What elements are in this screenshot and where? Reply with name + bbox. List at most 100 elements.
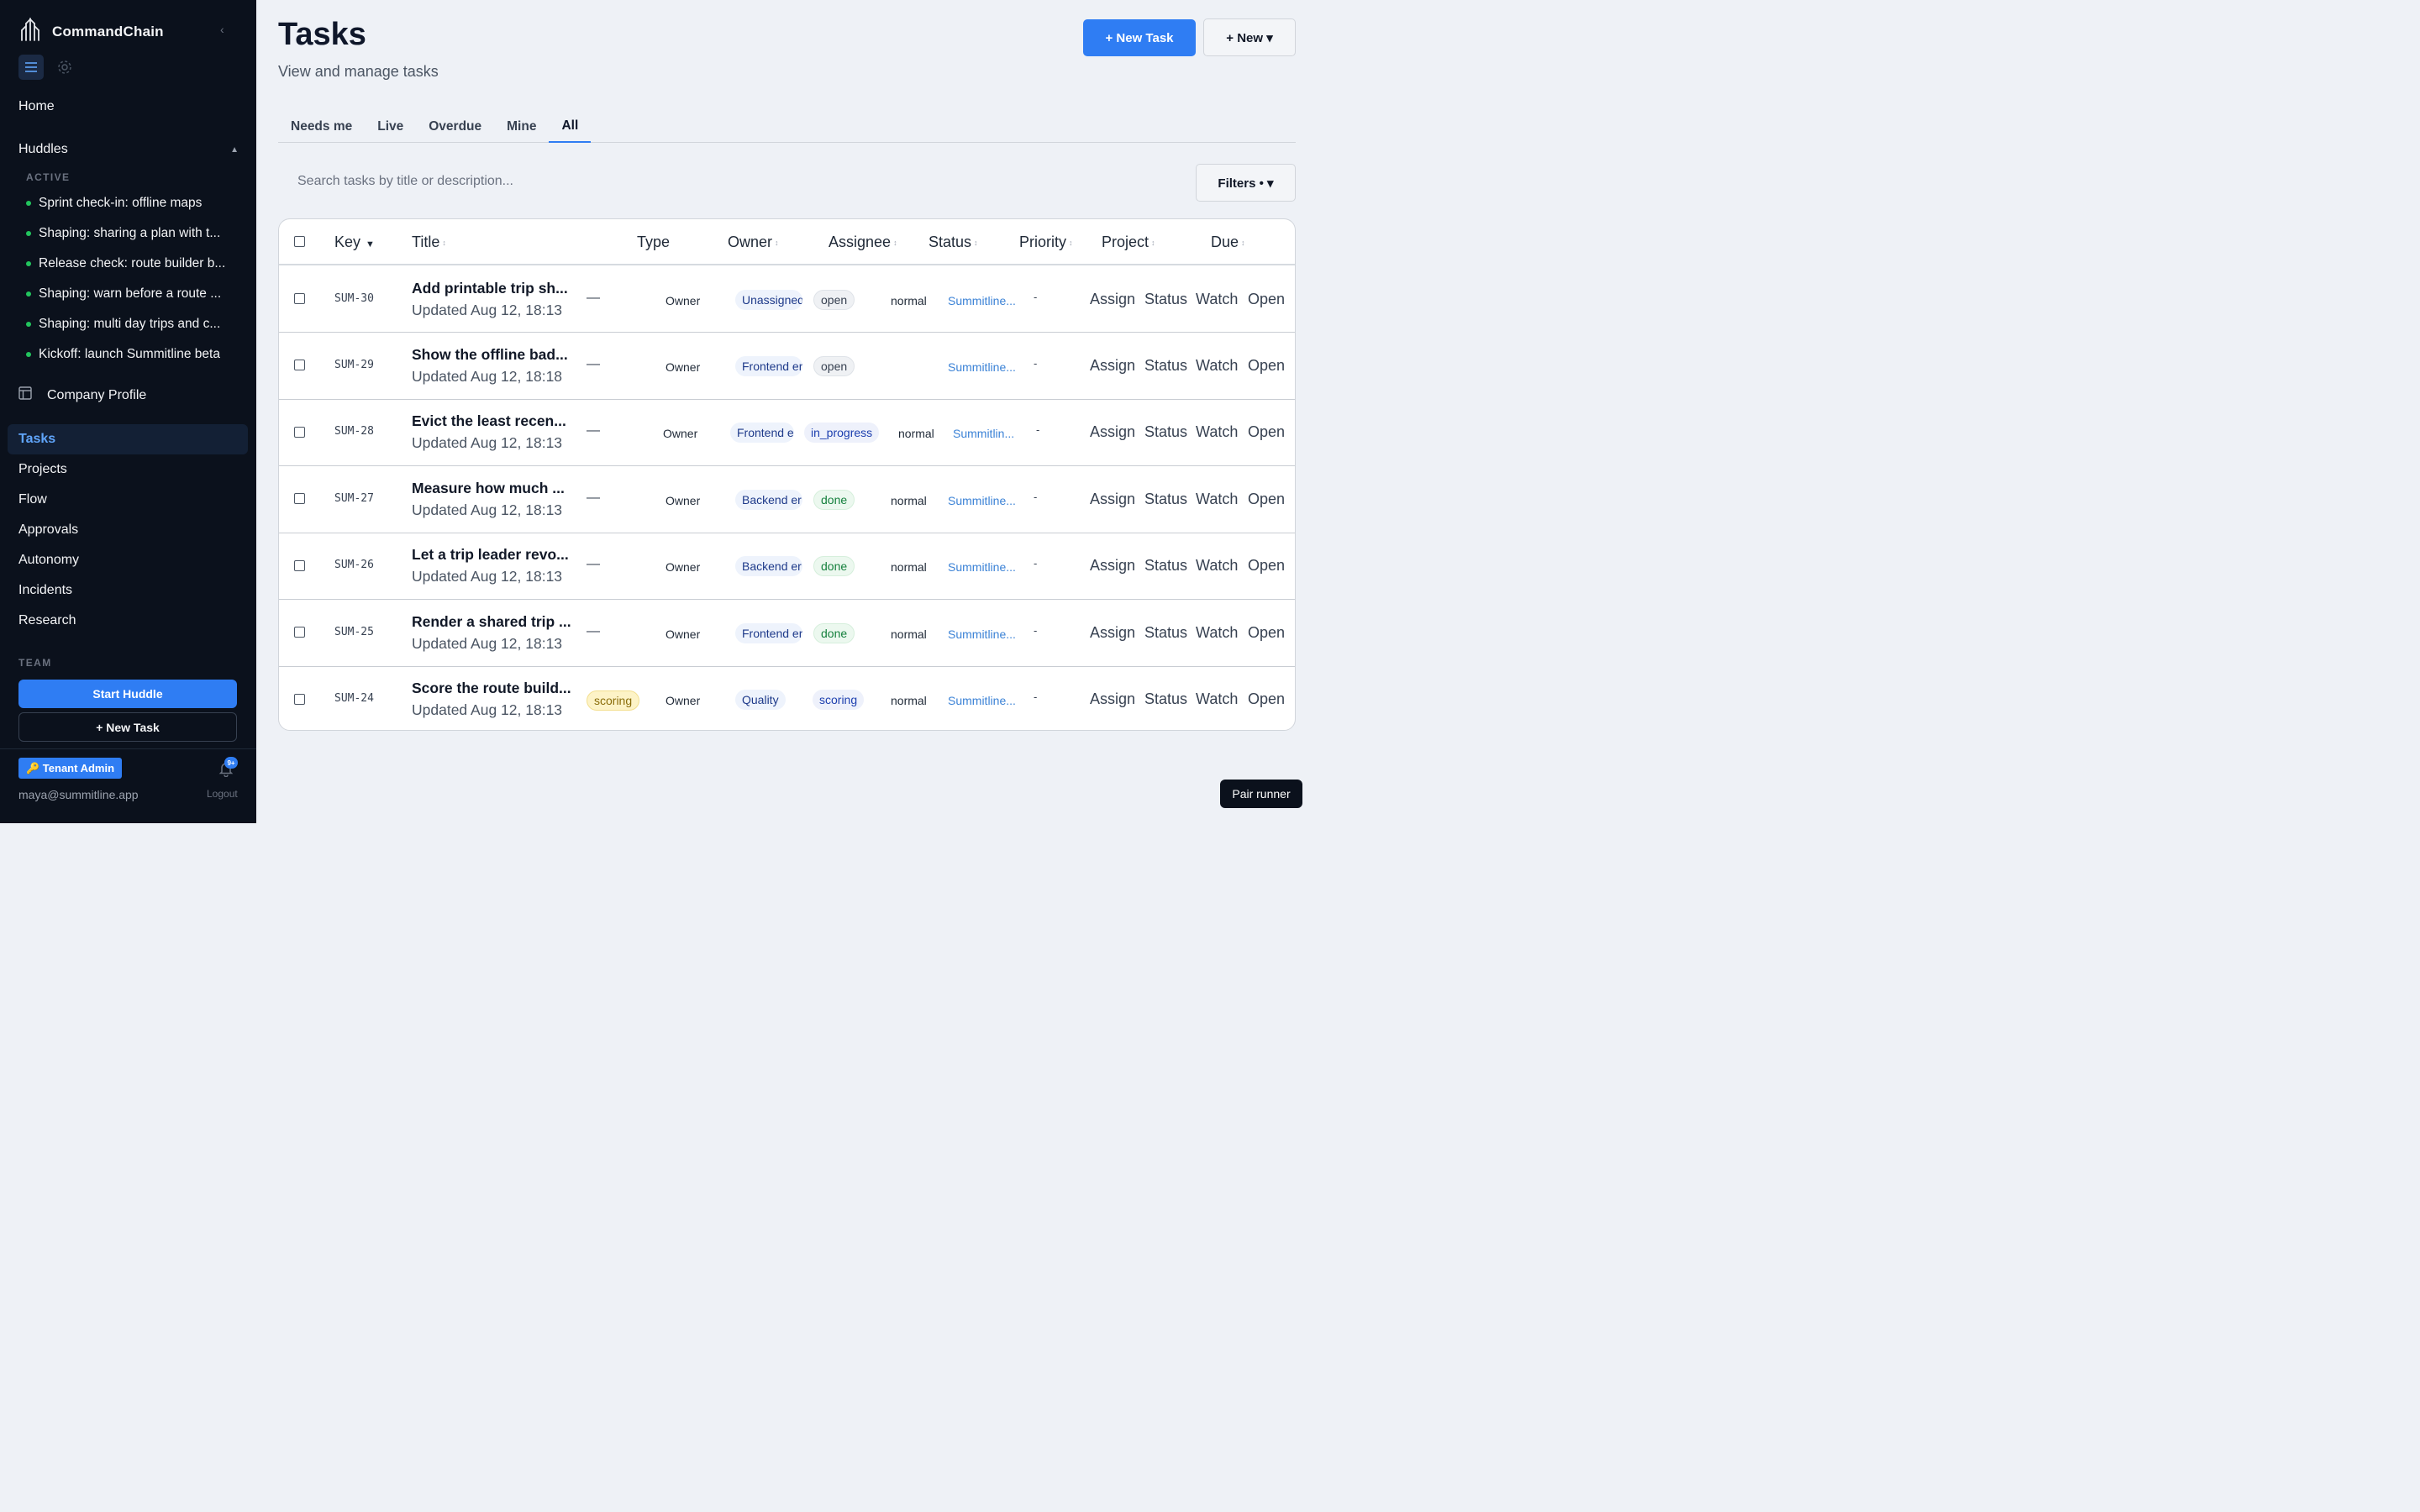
column-header-owner[interactable]: Owner ↕ — [728, 234, 779, 251]
column-header-project[interactable]: Project ↕ — [1102, 234, 1155, 251]
row-checkbox[interactable] — [294, 627, 305, 638]
open-action[interactable]: Open — [1248, 491, 1285, 508]
table-row[interactable]: SUM-27 Measure how much ... Updated Aug … — [279, 466, 1295, 533]
menu-icon[interactable] — [18, 55, 44, 80]
watch-action[interactable]: Watch — [1196, 491, 1238, 508]
select-all-checkbox[interactable] — [294, 236, 305, 247]
open-action[interactable]: Open — [1248, 690, 1285, 708]
project-link[interactable]: Summitline... — [948, 560, 1018, 574]
tab-overdue[interactable]: Overdue — [416, 110, 494, 143]
status-action[interactable]: Status — [1144, 557, 1187, 575]
assignee-badge[interactable]: Frontend e — [730, 423, 794, 443]
tab-all[interactable]: All — [549, 110, 592, 143]
huddle-item[interactable]: Shaping: warn before a route ... — [26, 279, 240, 309]
assignee-badge[interactable]: Backend er — [735, 556, 802, 576]
filters-button[interactable]: Filters • ▾ — [1196, 164, 1296, 202]
logout-link[interactable]: Logout — [207, 788, 238, 800]
tab-live[interactable]: Live — [365, 110, 416, 143]
nav-approvals[interactable]: Approvals — [8, 515, 248, 545]
table-row[interactable]: SUM-29 Show the offline bad... Updated A… — [279, 333, 1295, 400]
row-checkbox[interactable] — [294, 293, 305, 304]
nav-company-profile[interactable]: Company Profile — [18, 386, 146, 404]
project-link[interactable]: Summitlin... — [953, 427, 1018, 440]
assignee-badge[interactable]: Backend er — [735, 490, 802, 510]
column-header-key[interactable]: Key ▼ — [334, 234, 375, 251]
assignee-badge[interactable]: Unassigned — [735, 290, 802, 310]
task-title[interactable]: Evict the least recen... — [412, 412, 576, 430]
open-action[interactable]: Open — [1248, 291, 1285, 308]
column-header-status[interactable]: Status ↕ — [929, 234, 978, 251]
column-header-priority[interactable]: Priority ↕ — [1019, 234, 1073, 251]
project-link[interactable]: Summitline... — [948, 627, 1018, 641]
column-header-assignee[interactable]: Assignee ↕ — [829, 234, 897, 251]
assignee-badge[interactable]: Frontend er — [735, 623, 802, 643]
table-row[interactable]: SUM-24 Score the route build... Updated … — [279, 666, 1295, 730]
project-link[interactable]: Summitline... — [948, 360, 1018, 374]
watch-action[interactable]: Watch — [1196, 291, 1238, 308]
huddle-item[interactable]: Release check: route builder b... — [26, 249, 240, 279]
assign-action[interactable]: Assign — [1090, 624, 1135, 642]
nav-autonomy[interactable]: Autonomy — [8, 545, 248, 575]
start-huddle-button[interactable]: Start Huddle — [18, 680, 237, 708]
huddles-toggle[interactable]: Huddles ▲ — [18, 142, 239, 157]
status-badge[interactable]: open — [813, 290, 855, 310]
row-checkbox[interactable] — [294, 493, 305, 504]
assignee-badge[interactable]: Frontend er — [735, 356, 802, 376]
assign-action[interactable]: Assign — [1090, 557, 1135, 575]
huddle-item[interactable]: Sprint check-in: offline maps — [26, 188, 240, 218]
huddle-item[interactable]: Shaping: sharing a plan with t... — [26, 218, 240, 249]
gear-icon[interactable] — [52, 55, 77, 80]
task-title[interactable]: Render a shared trip ... — [412, 613, 576, 631]
assign-action[interactable]: Assign — [1090, 690, 1135, 708]
nav-research[interactable]: Research — [8, 606, 248, 636]
task-title[interactable]: Score the route build... — [412, 680, 576, 697]
assign-action[interactable]: Assign — [1090, 291, 1135, 308]
project-link[interactable]: Summitline... — [948, 694, 1018, 707]
status-badge[interactable]: done — [813, 623, 855, 643]
open-action[interactable]: Open — [1248, 557, 1285, 575]
table-row[interactable]: SUM-25 Render a shared trip ... Updated … — [279, 600, 1295, 667]
assign-action[interactable]: Assign — [1090, 357, 1135, 375]
row-checkbox[interactable] — [294, 427, 305, 438]
tab-needs-me[interactable]: Needs me — [278, 110, 365, 143]
new-dropdown-button[interactable]: + New ▾ — [1203, 18, 1296, 56]
status-badge[interactable]: scoring — [813, 690, 865, 710]
row-checkbox[interactable] — [294, 560, 305, 571]
watch-action[interactable]: Watch — [1196, 557, 1238, 575]
row-checkbox[interactable] — [294, 694, 305, 705]
task-title[interactable]: Let a trip leader revo... — [412, 546, 576, 564]
status-action[interactable]: Status — [1144, 491, 1187, 508]
assignee-badge[interactable]: Quality — [735, 690, 786, 710]
column-header-due[interactable]: Due ↕ — [1211, 234, 1245, 251]
assign-action[interactable]: Assign — [1090, 423, 1135, 441]
tab-mine[interactable]: Mine — [494, 110, 549, 143]
status-action[interactable]: Status — [1144, 690, 1187, 708]
nav-flow[interactable]: Flow — [8, 485, 248, 515]
table-row[interactable]: SUM-26 Let a trip leader revo... Updated… — [279, 533, 1295, 600]
pair-runner-button[interactable]: Pair runner — [1220, 780, 1302, 808]
column-header-title[interactable]: Title ↕ — [412, 234, 446, 251]
nav-incidents[interactable]: Incidents — [8, 575, 248, 606]
task-title[interactable]: Show the offline bad... — [412, 346, 576, 364]
status-action[interactable]: Status — [1144, 291, 1187, 308]
status-action[interactable]: Status — [1144, 423, 1187, 441]
row-checkbox[interactable] — [294, 360, 305, 370]
table-row[interactable]: SUM-28 Evict the least recen... Updated … — [279, 399, 1295, 466]
table-row[interactable]: SUM-30 Add printable trip sh... Updated … — [279, 265, 1295, 333]
open-action[interactable]: Open — [1248, 624, 1285, 642]
watch-action[interactable]: Watch — [1196, 357, 1238, 375]
brand[interactable]: CommandChain — [18, 17, 164, 46]
project-link[interactable]: Summitline... — [948, 294, 1018, 307]
new-task-button[interactable]: + New Task — [1083, 19, 1196, 56]
assign-action[interactable]: Assign — [1090, 491, 1135, 508]
huddle-item[interactable]: Shaping: multi day trips and c... — [26, 309, 240, 339]
status-badge[interactable]: done — [813, 490, 855, 510]
status-badge[interactable]: open — [813, 356, 855, 376]
chevron-left-icon[interactable]: ‹ — [220, 23, 224, 36]
status-badge[interactable]: done — [813, 556, 855, 576]
project-link[interactable]: Summitline... — [948, 494, 1018, 507]
sidebar-new-task-button[interactable]: + New Task — [18, 712, 237, 742]
open-action[interactable]: Open — [1248, 357, 1285, 375]
status-action[interactable]: Status — [1144, 357, 1187, 375]
status-badge[interactable]: in_progress — [804, 423, 880, 443]
